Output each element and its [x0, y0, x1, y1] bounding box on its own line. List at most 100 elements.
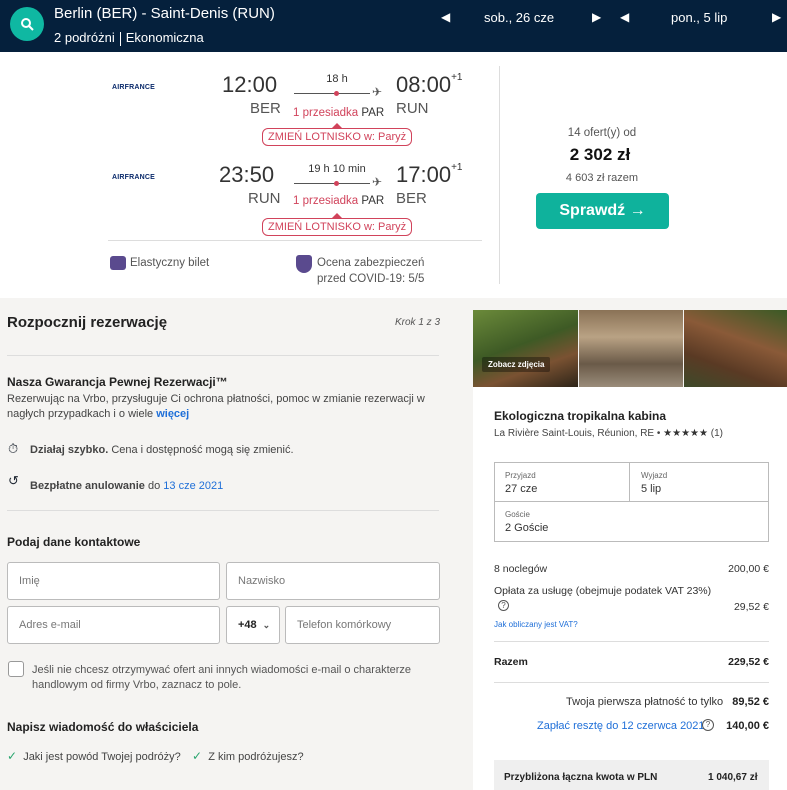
page-title: Rozpocznij rezerwację — [7, 314, 168, 331]
stop-airport: PAR — [361, 195, 385, 207]
help-icon[interactable]: ? — [702, 719, 714, 731]
prev-return-date-icon[interactable]: ◀ — [620, 10, 629, 24]
service-fee-price: 29,52 € — [733, 601, 769, 613]
route-details[interactable]: 2 podróżni Ekonomiczna — [54, 30, 204, 46]
free-cancellation-bold: Bezpłatne anulowanie — [30, 480, 145, 492]
covid-rating-line-1: Ocena zabezpieczeń — [317, 257, 425, 269]
view-photos-button[interactable]: Zobacz zdjęcia — [482, 357, 551, 372]
travel-reason-question[interactable]: ✓ Jaki jest powód Twojej podróży? — [7, 749, 181, 765]
search-icon — [21, 18, 34, 31]
act-fast-notice: Działaj szybko. Cena i dostępność mogą s… — [30, 443, 294, 458]
departure-date-field[interactable]: Wyjazd 5 lip — [630, 462, 769, 502]
guarantee-text-line-1: Rezerwując na Vrbo, przysługuje Ci ochro… — [7, 393, 425, 405]
nights-price: 200,00 € — [728, 563, 769, 575]
plane-icon: ✈ — [372, 175, 383, 189]
departure-time: 12:00 — [222, 72, 278, 97]
marketing-optout-checkbox[interactable] — [8, 661, 24, 677]
cabin-class: Ekonomiczna — [125, 30, 204, 45]
travel-reason-label: Jaki jest powód Twojej podróży? — [23, 751, 181, 763]
airport-change-warning: ZMIEŃ LOTNISKO w: Paryż — [262, 123, 413, 146]
first-payment-label: Twoja pierwsza płatność to tylko — [566, 696, 724, 708]
chevron-down-icon: ⌄ — [262, 619, 271, 630]
airline-logo: AIRFRANCE — [112, 174, 156, 181]
first-payment-price: 89,52 € — [732, 696, 769, 708]
country-code-select[interactable]: +48 ⌄ — [226, 606, 280, 644]
approx-total-price: 1 040,67 zł — [708, 772, 758, 783]
arrival-day-offset: +1 — [451, 72, 463, 83]
property-photo — [473, 310, 578, 387]
search-button[interactable] — [10, 7, 44, 41]
check-icon: ✓ — [7, 749, 18, 763]
flight-line — [294, 183, 370, 184]
cancellation-date: 13 cze 2021 — [163, 480, 224, 492]
stops-info: 1 przesiadka PAR — [293, 107, 384, 119]
country-code-value: +48 — [238, 619, 257, 631]
divider — [7, 355, 439, 356]
check-icon: ✓ — [192, 749, 203, 763]
message-section-title: Napisz wiadomość do właściciela — [7, 720, 199, 734]
companions-question[interactable]: ✓ Z kim podróżujesz? — [192, 749, 304, 765]
flight-result-card[interactable]: AIRFRANCE 12:00 BER 18 h ✈ 1 przesiadka … — [0, 52, 787, 298]
arrival-airport: RUN — [396, 100, 429, 117]
total-label: Razem — [494, 656, 528, 668]
free-cancellation-notice: Bezpłatne anulowanie do 13 cze 2021 — [30, 479, 223, 494]
return-date[interactable]: pon., 5 lip — [671, 10, 727, 25]
departure-label: Wyjazd — [641, 471, 668, 480]
flexible-ticket-label: Elastyczny bilet — [130, 257, 210, 269]
vat-info-link[interactable]: Jak obliczany jest VAT? — [494, 620, 578, 629]
plane-icon: ✈ — [372, 85, 383, 99]
act-fast-text: Cena i dostępność mogą się zmienić. — [111, 444, 294, 456]
star-rating: ★★★★★ — [663, 428, 708, 439]
covid-rating: Ocena zabezpieczeń przed COVID-19: 5/5 — [296, 255, 424, 287]
pay-rest-link[interactable]: Zapłać resztę do 12 czerwca 2021 — [537, 720, 705, 732]
next-depart-date-icon[interactable]: ▶ — [592, 10, 601, 24]
help-icon[interactable]: ? — [498, 600, 509, 611]
refresh-icon: ↺ — [8, 473, 19, 488]
depart-date[interactable]: sob., 26 cze — [484, 10, 554, 25]
departure-airport: RUN — [248, 190, 281, 207]
arrival-airport: BER — [396, 190, 427, 207]
guarantee-text-line-2-text: nagłych przypadkach i o wiele — [7, 408, 154, 420]
first-name-field[interactable]: Imię — [7, 562, 220, 600]
arrival-time: 08:00+1 — [396, 72, 462, 98]
check-offer-button[interactable]: Sprawdź → — [536, 193, 669, 229]
travellers: 2 podróżni — [54, 30, 115, 45]
route-title[interactable]: Berlin (BER) - Saint-Denis (RUN) — [54, 5, 275, 22]
total-price: 4 603 zł razem — [565, 172, 639, 184]
property-name: Ekologiczna tropikalna kabina — [494, 409, 667, 423]
airline-logo: AIRFRANCE — [112, 84, 156, 91]
flight-duration: 19 h 10 min — [308, 163, 366, 175]
service-fee-label: Opłata za usługę (obejmuje podatek VAT 2… — [494, 585, 712, 597]
marketing-optout-line-1: Jeśli nie chcesz otrzymywać ofert ani in… — [32, 664, 412, 676]
flexible-ticket-badge: Elastyczny bilet — [110, 255, 209, 271]
phone-field[interactable]: Telefon komórkowy — [285, 606, 440, 644]
guarantee-title: Nasza Gwarancja Pewnej Rezerwacji™ — [7, 375, 228, 389]
email-field[interactable]: Adres e-mail — [7, 606, 220, 644]
rest-price: 140,00 € — [726, 720, 769, 732]
stop-airport: PAR — [361, 107, 385, 119]
more-link[interactable]: więcej — [156, 408, 189, 420]
stop-dot — [334, 91, 339, 96]
guests-field[interactable]: Goście 2 Goście — [494, 502, 769, 542]
contact-section-title: Podaj dane kontaktowe — [7, 535, 141, 549]
total-price: 229,52 € — [728, 656, 769, 668]
arrival-value: 27 cze — [505, 483, 538, 495]
property-photos[interactable] — [473, 310, 787, 387]
arrival-time: 17:00+1 — [396, 162, 462, 188]
flexible-ticket-icon — [110, 255, 126, 270]
arrival-date-field[interactable]: Przyjazd 27 cze — [494, 462, 630, 502]
prev-depart-date-icon[interactable]: ◀ — [441, 10, 450, 24]
stop-dot — [334, 181, 339, 186]
next-return-date-icon[interactable]: ▶ — [772, 10, 781, 24]
approx-total-label: Przybliżona łączna kwota w PLN — [504, 772, 658, 783]
covid-rating-line-2: przed COVID-19: 5/5 — [317, 273, 425, 285]
free-cancellation-text: do — [147, 480, 161, 492]
property-photo — [684, 310, 787, 387]
arrival-day-offset: +1 — [451, 162, 463, 173]
flight-line — [294, 93, 370, 94]
divider — [7, 510, 439, 511]
price: 2 302 zł — [569, 145, 631, 164]
last-name-field[interactable]: Nazwisko — [226, 562, 440, 600]
act-fast-bold: Działaj szybko. — [30, 444, 109, 456]
guarantee-text: Rezerwując na Vrbo, przysługuje Ci ochro… — [7, 392, 437, 422]
